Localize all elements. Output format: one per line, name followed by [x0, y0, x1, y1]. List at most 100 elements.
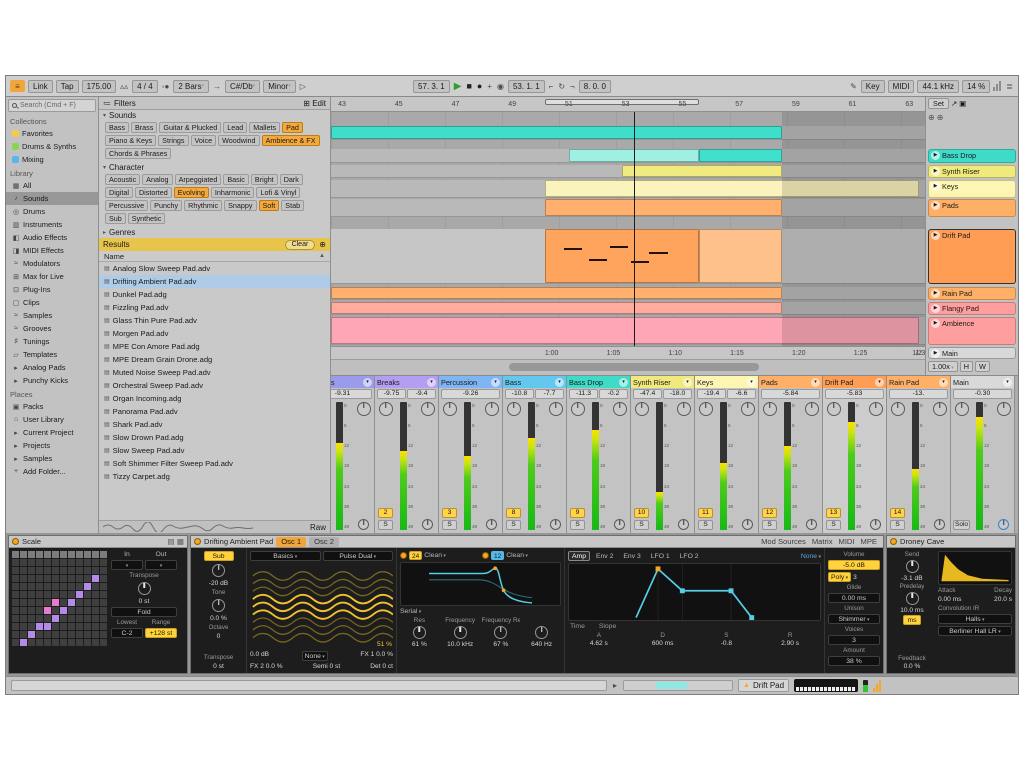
- tempo-field[interactable]: 175.00: [81, 79, 117, 93]
- metronome-icon[interactable]: ▵▵: [119, 82, 129, 91]
- track-activator[interactable]: 8: [506, 508, 521, 518]
- filter-tag-pad[interactable]: Pad: [282, 122, 303, 133]
- sidebar-item-drums[interactable]: ◎ Drums: [6, 205, 98, 218]
- scale-cell[interactable]: [68, 575, 75, 582]
- send-knob[interactable]: [804, 402, 819, 416]
- osc-gain-value[interactable]: 0.0 dB: [250, 651, 269, 661]
- scale-cell[interactable]: [100, 591, 107, 598]
- filter-tag-inharmonic[interactable]: Inharmonic: [210, 187, 255, 198]
- scale-cell[interactable]: [92, 615, 99, 622]
- scale-cell[interactable]: [36, 631, 43, 638]
- result-row[interactable]: ▤ Morgen Pad.adv: [99, 327, 330, 340]
- voices-value[interactable]: 3: [828, 635, 880, 645]
- scale-cell[interactable]: [60, 591, 67, 598]
- next-marker-icon[interactable]: ⊕: [937, 113, 944, 122]
- scale-cell[interactable]: [84, 551, 91, 558]
- sidebar-item-grooves[interactable]: ≈ Grooves: [6, 322, 98, 335]
- tab-osc2[interactable]: Osc 2: [309, 536, 339, 547]
- scale-cell[interactable]: [28, 599, 35, 606]
- decay-time-value[interactable]: 20.0 s: [994, 596, 1012, 603]
- scale-cell[interactable]: [76, 559, 83, 566]
- filter-tag-synthetic[interactable]: Synthetic: [127, 213, 166, 224]
- mixer-track-title[interactable]: Pads ▾: [759, 376, 822, 388]
- scale-cell[interactable]: [92, 631, 99, 638]
- loop-length-field[interactable]: 8. 0. 0: [578, 79, 611, 93]
- detune-value[interactable]: Det 0 ct: [370, 663, 393, 670]
- scale-cell[interactable]: [20, 639, 27, 646]
- volume-value[interactable]: -5.0 dB: [828, 560, 880, 570]
- result-row[interactable]: ▤ Fizzling Pad.adv: [99, 301, 330, 314]
- tab-midi[interactable]: MIDI: [836, 537, 858, 546]
- scale-cell[interactable]: [12, 623, 19, 630]
- time-signature-field[interactable]: 4 / 4: [132, 79, 158, 93]
- device-menu-icons[interactable]: ▤ ▦: [168, 537, 184, 546]
- env-tab-env-3[interactable]: Env 3: [619, 551, 644, 561]
- scale-cell[interactable]: [92, 607, 99, 614]
- pan-knob[interactable]: [826, 402, 841, 416]
- scale-cell[interactable]: [68, 615, 75, 622]
- filter-tag-distorted[interactable]: Distorted: [134, 187, 172, 198]
- scale-cell[interactable]: [60, 567, 67, 574]
- track-play-icon[interactable]: ▶: [931, 182, 940, 191]
- scale-cell[interactable]: [12, 575, 19, 582]
- scale-cell[interactable]: [68, 583, 75, 590]
- scale-cell[interactable]: [20, 623, 27, 630]
- track-header-ambience[interactable]: ▶ Ambience: [928, 317, 1016, 345]
- scale-cell[interactable]: [12, 551, 19, 558]
- clip[interactable]: [331, 302, 783, 314]
- scale-cell[interactable]: [100, 607, 107, 614]
- scale-cell[interactable]: [28, 591, 35, 598]
- scale-cell[interactable]: [36, 639, 43, 646]
- scale-cell[interactable]: [52, 599, 59, 606]
- frequency2-value[interactable]: 640 Hz: [522, 641, 561, 648]
- scale-cell[interactable]: [28, 575, 35, 582]
- solo-button[interactable]: Solo: [953, 520, 970, 530]
- sidebar-item-punchy-kicks[interactable]: ▸ Punchy Kicks: [6, 374, 98, 387]
- time-label[interactable]: Time: [570, 623, 585, 630]
- scale-cell[interactable]: [92, 623, 99, 630]
- scale-cell[interactable]: [44, 551, 51, 558]
- wavetable-menu[interactable]: Pulse Dual: [322, 551, 393, 561]
- attack-time-value[interactable]: 0.00 ms: [938, 596, 961, 603]
- scale-cell[interactable]: [84, 599, 91, 606]
- scale-cell[interactable]: [12, 599, 19, 606]
- scale-cell[interactable]: [36, 591, 43, 598]
- scale-cell[interactable]: [36, 583, 43, 590]
- chevron-down-icon[interactable]: ▾: [555, 377, 564, 387]
- scale-cell[interactable]: [84, 639, 91, 646]
- punch-out-button[interactable]: ¬: [569, 82, 576, 91]
- scale-cell[interactable]: [76, 623, 83, 630]
- pan-knob[interactable]: [890, 402, 905, 416]
- sustain-value[interactable]: -0.8: [696, 640, 758, 647]
- scale-cell[interactable]: [52, 615, 59, 622]
- filter-tag-lead[interactable]: Lead: [223, 122, 248, 133]
- send-knob[interactable]: [676, 402, 691, 416]
- fx2-value[interactable]: FX 2 0.0 %: [250, 663, 283, 670]
- volume-value[interactable]: -0.30: [953, 389, 1012, 399]
- mixer-track-title[interactable]: Main ▾: [951, 376, 1014, 388]
- loop-button[interactable]: ↻: [557, 82, 566, 91]
- scale-cell[interactable]: [36, 559, 43, 566]
- sidebar-item-user-library[interactable]: ⌂ User Library: [6, 413, 98, 426]
- pan-knob[interactable]: [954, 402, 969, 416]
- transpose-knob[interactable]: [137, 582, 151, 595]
- scale-cell[interactable]: [36, 567, 43, 574]
- scale-cell[interactable]: [52, 583, 59, 590]
- track-activator[interactable]: 14: [890, 508, 905, 518]
- env-target-menu[interactable]: None: [801, 553, 821, 560]
- scale-cell[interactable]: [12, 591, 19, 598]
- track-activator[interactable]: 11: [698, 508, 713, 518]
- track-play-icon[interactable]: ▶: [931, 289, 940, 298]
- play-button[interactable]: ▶: [453, 81, 463, 92]
- scale-cell[interactable]: [68, 623, 75, 630]
- scale-cell[interactable]: [92, 583, 99, 590]
- peak-value[interactable]: -9.4: [407, 389, 436, 399]
- mixer-track-title[interactable]: Percussion ▾: [439, 376, 502, 388]
- sidebar-item-audio-effects[interactable]: ◧ Audio Effects: [6, 231, 98, 244]
- scale-cell[interactable]: [44, 575, 51, 582]
- scale-root-menu[interactable]: C#/Db: [224, 79, 261, 93]
- send-knob[interactable]: [548, 402, 563, 416]
- wavetable-position[interactable]: 51 %: [377, 641, 392, 648]
- sidebar-item-samples[interactable]: ≈ Samples: [6, 309, 98, 322]
- secondary-knob[interactable]: [806, 519, 817, 530]
